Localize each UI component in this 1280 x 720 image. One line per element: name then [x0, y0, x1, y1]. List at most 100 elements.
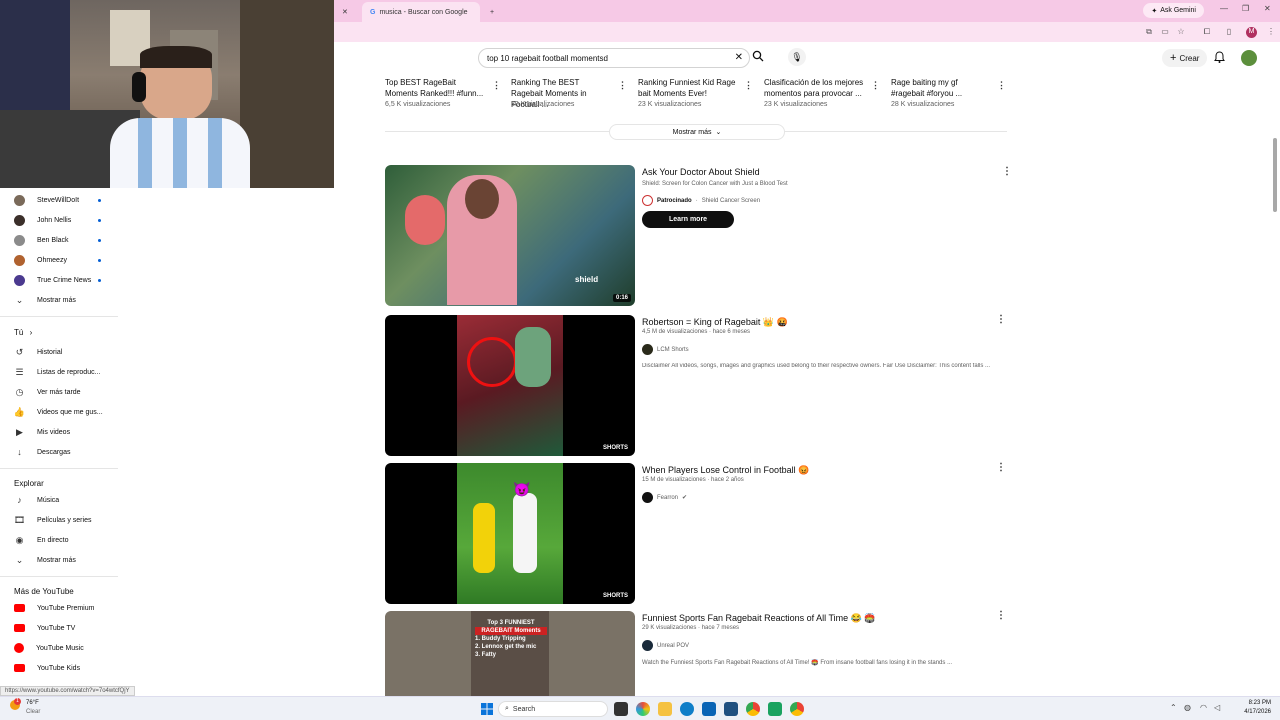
sidebar-item-label: Historial — [37, 348, 63, 356]
search-input[interactable]: top 10 ragebait football momentsd ✕ — [478, 48, 750, 68]
sidepanel-icon[interactable]: ▯ — [1224, 27, 1234, 37]
sidebar-show-more-explore[interactable]: ⌄ Mostrar más — [14, 552, 76, 568]
result-title[interactable]: When Players Lose Control in Football 😡 — [642, 465, 809, 476]
chrome-menu-icon[interactable]: ⋮ — [1266, 27, 1276, 37]
video-thumbnail[interactable]: SHORTS — [385, 315, 635, 456]
store-icon[interactable] — [724, 702, 738, 716]
result-title[interactable]: Funniest Sports Fan Ragebait Reactions o… — [642, 613, 876, 624]
chrome-profile-icon[interactable] — [790, 702, 804, 716]
youtube-tv-icon — [14, 624, 25, 632]
scrollbar-thumb[interactable] — [1273, 138, 1277, 212]
player-yellow — [473, 503, 495, 573]
tray-app-icon[interactable]: ◍ — [1184, 703, 1191, 712]
weather-temp[interactable]: 76°F — [26, 700, 39, 706]
edge-icon[interactable] — [680, 702, 694, 716]
red-circle-highlight — [467, 337, 517, 387]
sidebar-item-youtube-premium[interactable]: YouTube Premium — [14, 600, 94, 616]
sidebar-item-history[interactable]: ↺ Historial — [14, 344, 63, 360]
task-view-icon[interactable] — [614, 702, 628, 716]
tray-chevron-icon[interactable]: ⌃ — [1170, 703, 1177, 712]
translate-icon[interactable]: ⧉ — [1144, 27, 1154, 37]
channel-row[interactable]: Unreal POV — [642, 640, 689, 651]
more-actions-icon[interactable]: ⋮ — [996, 610, 1006, 621]
extensions-icon[interactable]: ⧠ — [1202, 27, 1212, 37]
sidebar-item-music[interactable]: ♪ Música — [14, 492, 59, 508]
sidebar-item-liked-videos[interactable]: 👍 Videos que me gus... — [14, 404, 103, 420]
outlook-icon[interactable] — [702, 702, 716, 716]
more-actions-icon[interactable]: ⋮ — [1002, 166, 1012, 177]
sidebar-item-youtube-music[interactable]: YouTube Music — [14, 640, 84, 656]
ad-thumbnail[interactable]: shield 0:16 — [385, 165, 635, 306]
sidebar-item-watch-later[interactable]: ◷ Ver más tarde — [14, 384, 81, 400]
channel-row[interactable]: Fearron ✔ — [642, 492, 687, 503]
show-more-button[interactable]: Mostrar más ⌄ — [609, 124, 785, 140]
ask-gemini-button[interactable]: ✦ Ask Gemini — [1143, 3, 1204, 18]
sidebar-item-stevewilldoit[interactable]: SteveWillDoIt — [14, 192, 79, 208]
person-hair — [140, 46, 212, 68]
learn-more-button[interactable]: Learn more — [642, 211, 734, 228]
file-explorer-icon[interactable] — [658, 702, 672, 716]
channel-name[interactable]: Shield Cancer Screen — [702, 198, 760, 204]
tab-google-search[interactable]: G musica - Buscar con Google — [362, 2, 480, 22]
more-actions-icon[interactable]: ⋮ — [492, 80, 501, 91]
microphone-icon[interactable]: 🎙 — [788, 48, 806, 66]
channel-name[interactable]: LCM Shorts — [657, 347, 689, 353]
volume-icon[interactable]: ◁ — [1214, 703, 1220, 712]
maximize-button[interactable]: ❐ — [1242, 4, 1249, 13]
wifi-icon[interactable]: ◠ — [1200, 703, 1207, 712]
sidebar-you-heading[interactable]: Tú › — [14, 328, 32, 337]
chrome-icon[interactable] — [746, 702, 760, 716]
result-title[interactable]: Ask Your Doctor About Shield — [642, 167, 760, 177]
sidebar-item-ohmeezy[interactable]: Ohmeezy — [14, 252, 67, 268]
shelf-title-0[interactable]: Top BEST RageBait Moments Ranked!!! #fun… — [385, 77, 485, 99]
more-actions-icon[interactable]: ⋮ — [618, 80, 627, 91]
sidebar-item-ben-black[interactable]: Ben Black — [14, 232, 69, 248]
video-thumbnail[interactable]: 😈 SHORTS — [385, 463, 635, 604]
sidebar-item-downloads[interactable]: ↓ Descargas — [14, 444, 70, 460]
person-jersey — [110, 118, 250, 188]
shelf-title-3[interactable]: Clasificación de los mejores momentos pa… — [764, 77, 864, 99]
sidebar-item-youtube-kids[interactable]: YouTube Kids — [14, 660, 80, 676]
new-content-dot — [98, 259, 101, 262]
shelf-title-2[interactable]: Ranking Funniest Kid Rage bait Moments E… — [638, 77, 738, 99]
account-avatar[interactable] — [1241, 50, 1257, 66]
taskbar-search[interactable]: ⌕ Search — [498, 701, 608, 717]
channel-name[interactable]: Unreal POV — [657, 643, 689, 649]
create-button[interactable]: + Crear — [1162, 49, 1208, 67]
minimize-button[interactable]: — — [1220, 4, 1228, 13]
cast-icon[interactable]: ▭ — [1160, 27, 1170, 37]
sidebar-item-label: En directo — [37, 536, 69, 544]
sidebar-item-live[interactable]: ◉ En directo — [14, 532, 69, 548]
notifications-bell-icon[interactable] — [1214, 51, 1225, 66]
app-icon[interactable] — [768, 702, 782, 716]
more-actions-icon[interactable]: ⋮ — [996, 462, 1006, 473]
more-actions-icon[interactable]: ⋮ — [997, 80, 1006, 91]
film-icon: 🎞 — [13, 514, 26, 525]
sidebar-item-john-nellis[interactable]: John Nellis — [14, 212, 71, 228]
profile-avatar[interactable]: M — [1246, 27, 1257, 38]
copilot-icon[interactable] — [636, 702, 650, 716]
sidebar-item-my-videos[interactable]: ▶ Mis videos — [14, 424, 70, 440]
more-actions-icon[interactable]: ⋮ — [996, 314, 1006, 325]
sidebar-show-more[interactable]: ⌄ Mostrar más — [14, 292, 76, 308]
bookmark-star-icon[interactable]: ☆ — [1176, 27, 1186, 37]
sidebar-item-true-crime-news[interactable]: True Crime News — [14, 272, 91, 288]
sidebar-item-playlists[interactable]: ☰ Listas de reproduc... — [14, 364, 100, 380]
clock-time[interactable]: 8:23 PM — [1243, 700, 1271, 706]
channel-name[interactable]: Fearron — [657, 495, 678, 501]
tab-close-icon[interactable]: ✕ — [334, 2, 360, 22]
more-actions-icon[interactable]: ⋮ — [871, 80, 880, 91]
search-icon[interactable] — [752, 50, 764, 65]
sidebar-item-movies[interactable]: 🎞 Películas y series — [13, 512, 92, 528]
new-tab-button[interactable]: + — [482, 2, 502, 22]
result-title[interactable]: Robertson = King of Ragebait 👑 🤬 — [642, 317, 788, 328]
video-thumbnail[interactable]: Top 3 FUNNIEST RAGEBAIT Moments 1. Buddy… — [385, 611, 635, 696]
clear-search-icon[interactable]: ✕ — [735, 52, 743, 63]
clock-date[interactable]: 4/17/2026 — [1238, 709, 1271, 715]
sidebar-item-youtube-tv[interactable]: YouTube TV — [14, 620, 75, 636]
more-actions-icon[interactable]: ⋮ — [744, 80, 753, 91]
channel-row[interactable]: LCM Shorts — [642, 344, 689, 355]
shelf-title-4[interactable]: Rage baiting my gf #ragebait #foryou ... — [891, 77, 991, 99]
windows-start-icon[interactable] — [480, 702, 494, 716]
close-window-button[interactable]: ✕ — [1264, 4, 1271, 13]
